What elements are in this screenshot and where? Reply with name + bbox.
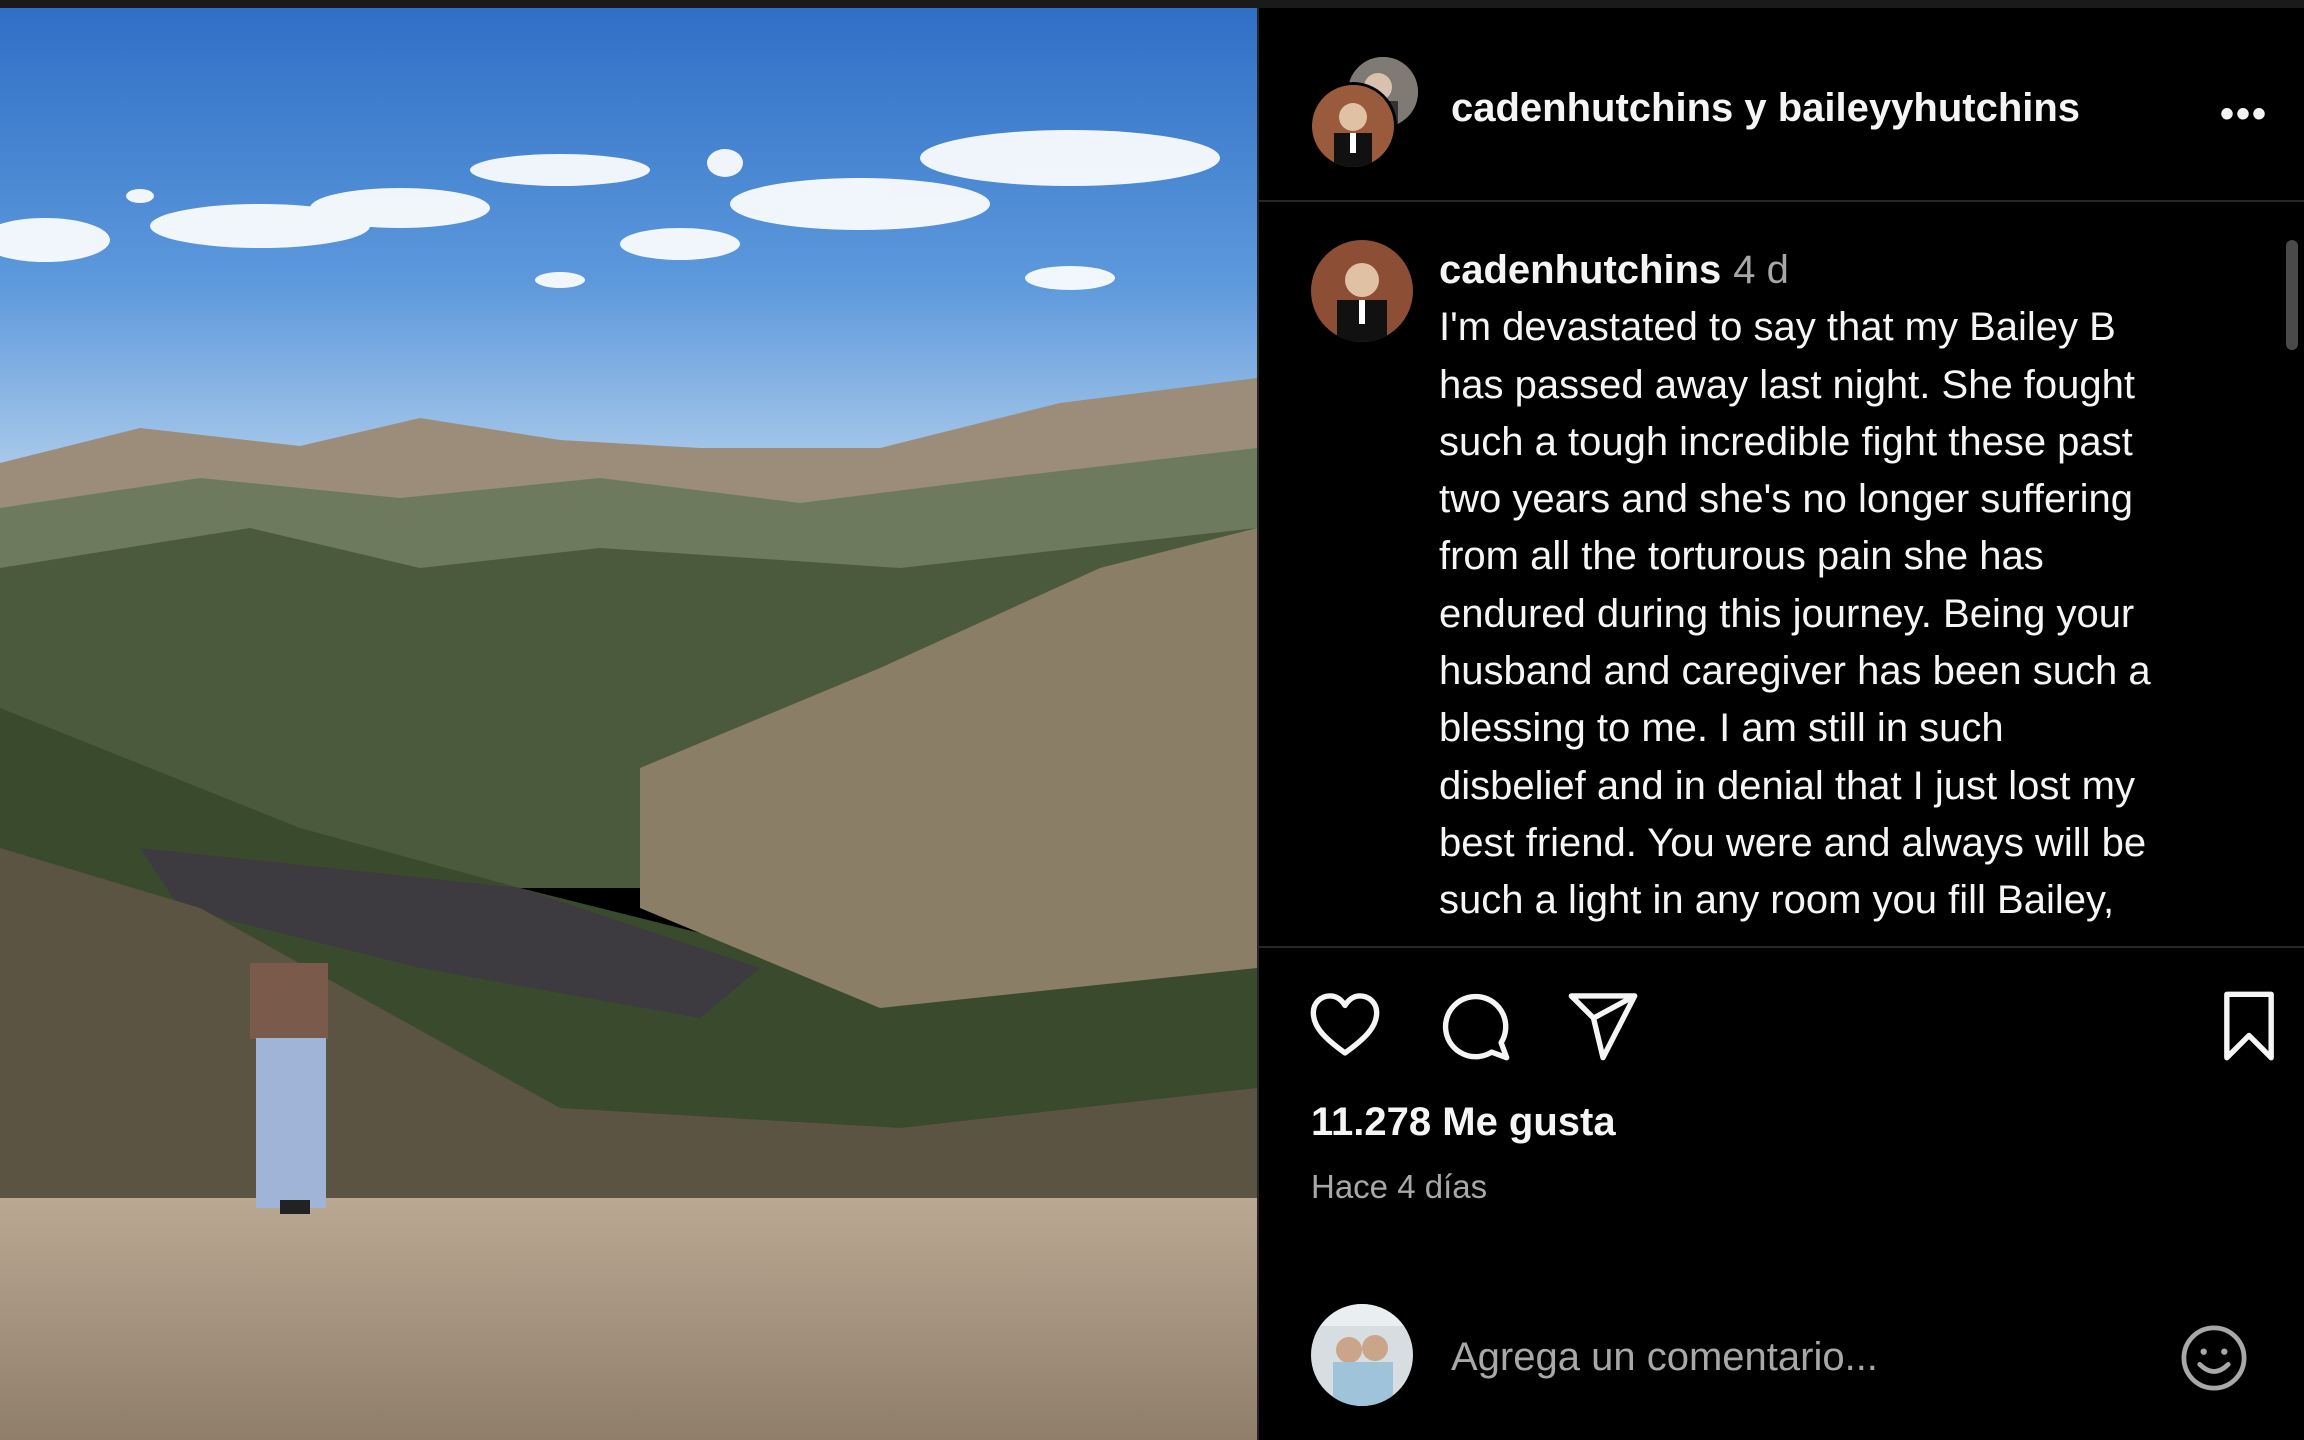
heart-icon[interactable]	[1307, 988, 1383, 1064]
caption-body: cadenhutchins 4 d I'm devastated to say t…	[1439, 242, 2259, 930]
caption-text: I'm devastated to say that my Bailey B h…	[1439, 305, 2151, 923]
caption-scrollbar-thumb[interactable]	[2286, 240, 2298, 350]
more-options-icon[interactable]: •••	[2220, 92, 2268, 137]
comment-bubble-icon[interactable]	[1437, 988, 1513, 1064]
paper-plane-icon[interactable]	[1565, 988, 1641, 1064]
caption-avatar[interactable]	[1311, 240, 1413, 342]
collab-avatars[interactable]	[1309, 54, 1421, 170]
comment-input[interactable]	[1449, 1324, 2173, 1390]
caption-time[interactable]: 4 d	[1733, 248, 1789, 292]
avatar-front	[1309, 82, 1397, 170]
likes-count[interactable]: 11.278 Me gusta	[1311, 1100, 1616, 1145]
current-user-avatar	[1311, 1304, 1413, 1406]
post-timestamp[interactable]: Hace 4 días	[1311, 1168, 1487, 1206]
post-author-names[interactable]: cadenhutchins y baileyyhutchins	[1451, 86, 2080, 131]
comment-bar	[1259, 1270, 2304, 1440]
post-side-panel: cadenhutchins y baileyyhutchins ••• cade…	[1259, 8, 2304, 1440]
smiley-icon[interactable]	[2176, 1320, 2252, 1396]
window-top-bar	[0, 0, 2304, 8]
post-header: cadenhutchins y baileyyhutchins •••	[1259, 8, 2304, 202]
post-actions	[1307, 988, 2274, 1061]
post-caption: cadenhutchins 4 d I'm devastated to say t…	[1259, 202, 2304, 948]
bookmark-icon[interactable]	[2211, 988, 2287, 1064]
caption-username[interactable]: cadenhutchins	[1439, 248, 1721, 292]
post-photo	[0, 8, 1257, 1440]
